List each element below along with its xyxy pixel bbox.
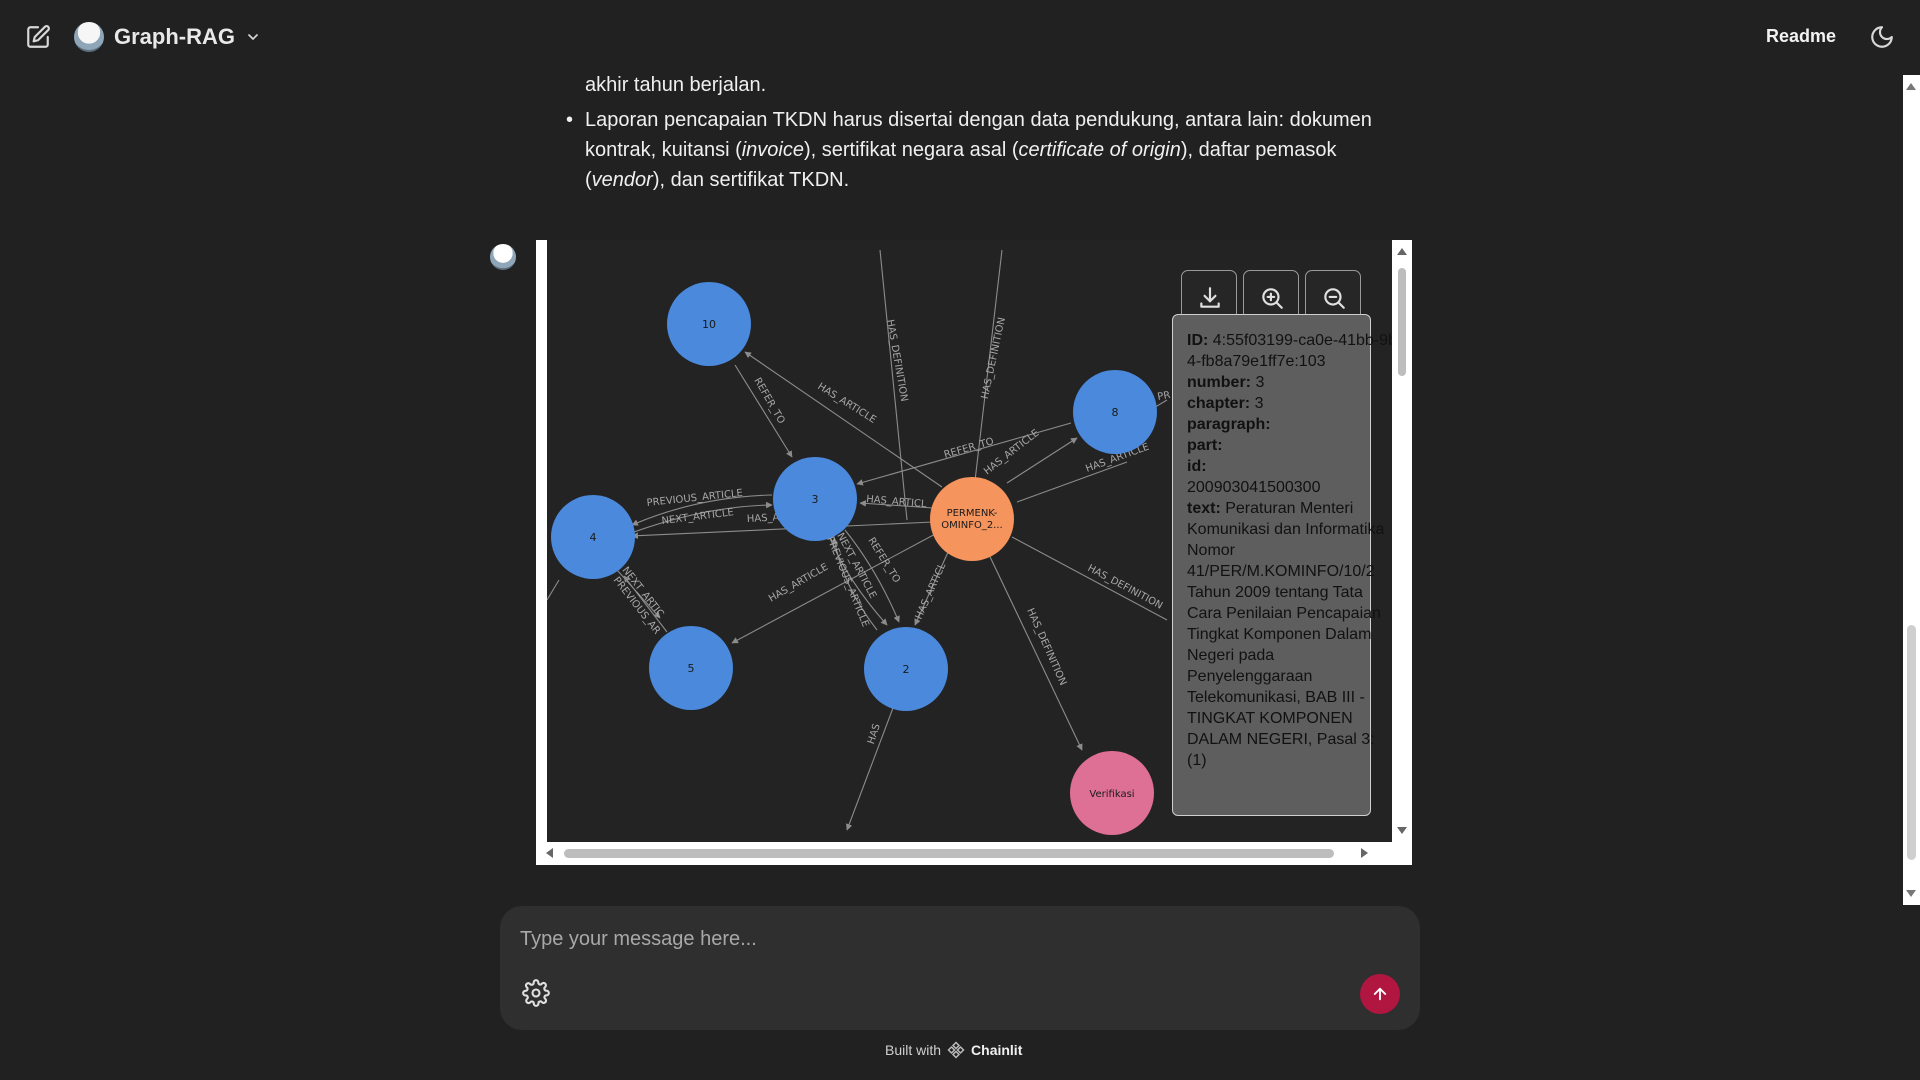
scroll-down-arrow[interactable] [1906, 890, 1916, 897]
edge-label: HAS_ARTICLE [815, 381, 877, 426]
node-label: PERMENK- [947, 508, 998, 519]
message-line: akhir tahun berjalan. [585, 74, 767, 96]
edge-label: HAS_ARTICL [866, 494, 928, 510]
scroll-down-arrow[interactable] [1397, 827, 1407, 834]
edge-label: HAS_ARTICLE [767, 562, 830, 605]
bullet-text: ), sertifikat negara asal ( [804, 139, 1019, 161]
zoom-in-icon [1262, 288, 1283, 309]
edge-label: HAS_DEFINITION [980, 316, 1008, 400]
graph-hscroll-thumb[interactable] [564, 849, 1334, 858]
new-chat-icon[interactable] [25, 24, 51, 50]
bullet-italic: vendor [591, 169, 653, 191]
readme-button[interactable]: Readme [1766, 26, 1836, 47]
graph-node-regulation[interactable] [930, 477, 1014, 561]
message-composer [500, 906, 1420, 1030]
bullet-italic: invoice [741, 139, 804, 161]
edge-label: HAS_ARTICL [914, 561, 949, 621]
chainlit-link[interactable]: Chainlit [971, 1042, 1022, 1058]
graph-edge [982, 541, 1083, 751]
edge-label: PR [1157, 390, 1172, 403]
tooltip-text: text: Peraturan Menteri Komunikasi dan I… [1187, 500, 1385, 769]
scroll-right-arrow[interactable] [1361, 848, 1368, 858]
scroll-up-arrow[interactable] [1906, 83, 1916, 90]
chevron-down-icon [248, 34, 258, 40]
message-input[interactable] [520, 924, 1380, 954]
node-tooltip-content: ID: 4:55f03199-ca0e-41bb-9b24-fb8a79e1ff… [1172, 314, 1392, 846]
bullet-text: ), dan sertifikat TKDN. [652, 169, 850, 191]
moon-icon[interactable] [1869, 24, 1895, 50]
node-label: Verifikasi [1089, 789, 1134, 800]
node-label: 8 [1112, 406, 1119, 419]
graph-edge [1016, 461, 1128, 503]
node-label: OMINFO_2... [941, 520, 1002, 531]
edge-label: REFER_TO [865, 536, 902, 585]
edge-label: HAS_A [747, 512, 780, 525]
zoom-out-icon [1324, 288, 1345, 309]
download-icon [1200, 287, 1220, 308]
built-with-text: Built with [885, 1042, 942, 1058]
assistant-avatar [490, 244, 516, 270]
bullet-italic: certificate of origin [1018, 139, 1181, 161]
node-label: 4 [590, 531, 597, 544]
edge-label: REFER_TO [943, 436, 995, 461]
graph-vertical-scrollbar[interactable] [1392, 240, 1412, 842]
app-switcher[interactable]: Graph-RAG [74, 22, 261, 52]
tooltip-chapter: chapter: 3 [1187, 395, 1264, 412]
edge-label: HAS_ARTICLE [982, 428, 1041, 478]
chainlit-logo-icon [947, 1041, 965, 1059]
graph-edge [547, 579, 560, 601]
edge-label: HAS_DEFINITION [884, 319, 909, 403]
arrow-up-icon [1373, 987, 1387, 1001]
tooltip-number: number: 3 [1187, 374, 1265, 391]
message-bullet-list: Laporan pencapaian TKDN harus disertai d… [566, 105, 1405, 195]
graph-edge [846, 707, 894, 831]
node-label: 3 [812, 493, 819, 506]
tooltip-part: part: [1187, 437, 1223, 454]
scroll-up-arrow[interactable] [1397, 248, 1407, 255]
tooltip-idfield: id: 200903041500300 [1187, 458, 1321, 496]
scroll-left-arrow[interactable] [546, 848, 553, 858]
tooltip-id: ID: 4:55f03199-ca0e-41bb-9b24-fb8a79e1ff… [1187, 332, 1392, 370]
page-scrollbar[interactable] [1903, 75, 1920, 905]
graph-vscroll-thumb[interactable] [1398, 268, 1406, 376]
assistant-message-text: akhir tahun berjalan. Laporan pencapaian… [566, 70, 1405, 195]
node-label: 2 [903, 663, 910, 676]
app-logo [74, 22, 104, 52]
message-bullet: Laporan pencapaian TKDN harus disertai d… [566, 105, 1405, 195]
tooltip-paragraph: paragraph: [1187, 416, 1271, 433]
page-scrollbar-thumb[interactable] [1907, 625, 1916, 860]
edge-label: PREVIOUS_ARTICLE [646, 488, 743, 509]
node-label: 5 [688, 662, 695, 675]
app-name: Graph-RAG [114, 24, 235, 49]
settings-icon[interactable] [522, 979, 550, 1007]
node-label: 10 [702, 318, 716, 331]
edge-label: HAS_DEFINITION [1086, 563, 1165, 612]
graph-edges [547, 249, 1168, 831]
footer: Built with Chainlit [885, 1041, 1022, 1059]
send-button[interactable] [1360, 974, 1400, 1014]
app-header: Graph-RAG Readme [0, 0, 1920, 75]
